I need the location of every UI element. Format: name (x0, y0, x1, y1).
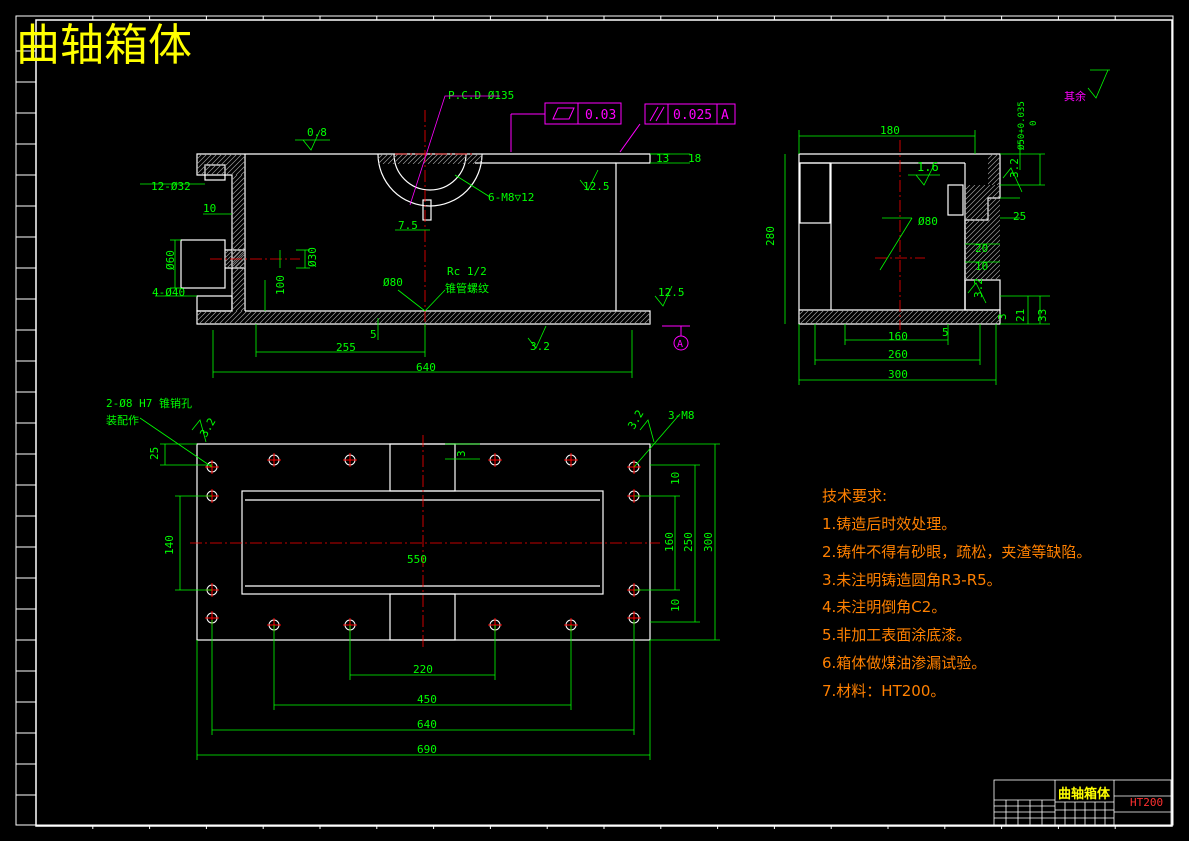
tech-req-item: 3.未注明铸造圆角R3-R5。 (822, 571, 1002, 589)
top-dim-10a: 10 (669, 472, 682, 485)
top-thread-holes: 3-M8 (668, 409, 695, 422)
title-block-name: 曲轴箱体 (1058, 786, 1111, 802)
side-roughness-c: 3.2 (972, 278, 985, 298)
side-dim-300: 300 (888, 368, 908, 381)
side-other-symbol: 其余 (1064, 89, 1086, 103)
front-dim-7-5: 7.5 (398, 219, 418, 232)
top-dim-10b: 10 (669, 599, 682, 612)
side-dim-20: 20 (975, 242, 988, 255)
front-roughness-side: 12.5 (658, 286, 685, 299)
top-pin-holes: 2-Ø8 H7 锥销孔 (106, 396, 192, 410)
front-roughness-top: 0.8 (307, 126, 327, 139)
top-dim-250: 250 (682, 532, 695, 552)
top-pin-note: 装配作 (106, 414, 139, 427)
top-dim-140: 140 (163, 535, 176, 555)
top-dim-450: 450 (417, 693, 437, 706)
side-dim-top-tol: Ø50+0.035 (1016, 101, 1027, 150)
front-pcd: P.C.D Ø135 (448, 89, 514, 102)
top-dim-640: 640 (417, 718, 437, 731)
side-dim-21: 21 (1014, 309, 1027, 322)
front-dim-18: 18 (688, 152, 701, 165)
side-dim-33: 33 (1036, 309, 1049, 322)
side-dim-10: 10 (975, 260, 988, 273)
side-dim-180: 180 (880, 124, 900, 137)
tech-req-item: 5.非加工表面涂底漆。 (822, 626, 971, 644)
top-dim-690: 690 (417, 743, 437, 756)
top-dim-220: 220 (413, 663, 433, 676)
drawing-title: 曲轴箱体 (16, 20, 192, 71)
side-dim-top-tol-lower: 0 (1029, 121, 1039, 126)
tech-req-item: 1.铸造后时效处理。 (822, 515, 956, 533)
top-dim-25: 25 (148, 447, 161, 460)
front-dim-d80: Ø80 (383, 276, 403, 289)
front-pipe-note: 锥管螺纹 (445, 281, 489, 295)
front-dim-d30: Ø30 (306, 247, 319, 267)
side-dim-d80: Ø80 (918, 215, 938, 228)
tech-req-item: 2.铸件不得有砂眼，疏松，夹渣等缺陷。 (822, 543, 1091, 561)
side-dim-5: 5 (942, 326, 949, 339)
engineering-drawing: 曲轴箱体 640 255 5 100 Ø30 Ø60 12-Ø32 4-Ø40 … (0, 0, 1189, 841)
front-dim-255: 255 (336, 341, 356, 354)
tech-req-item: 7.材料：HT200。 (822, 682, 945, 700)
top-dim-300: 300 (702, 532, 715, 552)
front-pipe-thread: Rc 1/2 (447, 265, 487, 278)
front-dim-640: 640 (416, 361, 436, 374)
front-holes-bottom: 4-Ø40 (152, 286, 185, 299)
front-dim-10: 10 (203, 202, 216, 215)
front-dim-13: 13 (656, 152, 669, 165)
side-dim-280: 280 (764, 226, 777, 246)
top-dim-550: 550 (407, 553, 427, 566)
front-roughness-right: 12.5 (583, 180, 610, 193)
side-dim-3: 3 (996, 313, 1009, 320)
side-dim-260: 260 (888, 348, 908, 361)
top-dim-3: 3 (455, 450, 468, 457)
front-roughness-bottom: 3.2 (530, 340, 550, 353)
datum-a-label: A (677, 339, 683, 350)
front-holes-top: 12-Ø32 (151, 180, 191, 193)
side-dim-25: 25 (1013, 210, 1026, 223)
drawing-background (0, 0, 1189, 841)
front-thread-holes: 6-M8▽12 (488, 191, 534, 204)
side-dim-160: 160 (888, 330, 908, 343)
tech-req-heading: 技术要求: (822, 487, 887, 505)
top-dim-160: 160 (663, 532, 676, 552)
title-block-material: HT200 (1130, 796, 1163, 809)
side-roughness-b: 3.2 (1008, 158, 1021, 178)
front-dim-d60: Ø60 (164, 250, 177, 270)
front-dim-100: 100 (274, 275, 287, 295)
flatness-value: 0.03 (585, 108, 616, 123)
tech-req-item: 4.未注明倒角C2。 (822, 598, 946, 616)
parallelism-datum: A (721, 108, 729, 123)
tech-req-item: 6.箱体做煤油渗漏试验。 (822, 654, 986, 672)
side-roughness-a: 1.6 (917, 160, 939, 174)
front-dim-5: 5 (370, 328, 377, 341)
parallelism-value: 0.025 (673, 108, 712, 123)
